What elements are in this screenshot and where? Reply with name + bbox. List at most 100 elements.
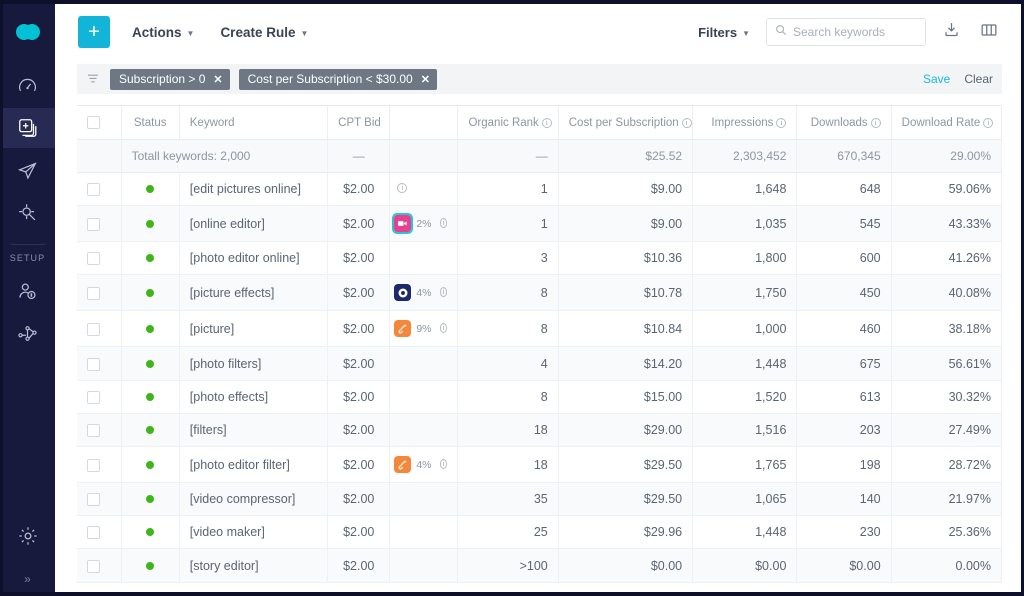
keyword-cell[interactable]: [filters]	[179, 413, 327, 446]
table-row[interactable]: [picture effects]$2.004%i8$10.781,750450…	[77, 275, 1002, 311]
row-checkbox[interactable]	[87, 493, 100, 506]
cpt-bid-cell[interactable]: $2.00	[328, 413, 390, 446]
column-header-status[interactable]: Status	[121, 106, 179, 140]
info-icon[interactable]: i	[440, 218, 448, 228]
row-checkbox[interactable]	[87, 323, 100, 336]
info-icon[interactable]: i	[776, 118, 786, 128]
sidebar-item-targeting[interactable]	[0, 192, 55, 232]
row-checkbox[interactable]	[87, 391, 100, 404]
keyword-cell[interactable]: [picture effects]	[179, 275, 327, 311]
info-icon[interactable]: i	[440, 323, 448, 333]
cpt-bid-cell[interactable]: $2.00	[328, 483, 390, 516]
cpt-bid-cell[interactable]: $2.00	[328, 380, 390, 413]
actions-menu[interactable]: Actions ▼	[132, 25, 194, 40]
cpt-bid-cell[interactable]: $2.00	[328, 173, 390, 206]
cpt-bid-cell[interactable]: $2.00	[328, 447, 390, 483]
keyword-cell[interactable]: [video maker]	[179, 516, 327, 549]
info-icon[interactable]: i	[542, 118, 552, 128]
row-select-cell[interactable]	[77, 413, 121, 446]
sidebar-collapse-button[interactable]: »	[0, 562, 55, 596]
close-icon[interactable]: ✕	[421, 73, 430, 86]
row-select-cell[interactable]	[77, 549, 121, 582]
column-header-app[interactable]	[390, 106, 458, 140]
keyword-cell[interactable]: [photo filters]	[179, 347, 327, 380]
sidebar-item-settings[interactable]	[0, 516, 55, 556]
ring-icon[interactable]	[394, 284, 411, 301]
column-header-organic-rank[interactable]: Organic Ranki	[458, 106, 558, 140]
table-row[interactable]: [story editor]$2.00>100$0.00$0.00$0.000.…	[77, 549, 1002, 582]
keyword-cell[interactable]: [video compressor]	[179, 483, 327, 516]
info-icon[interactable]: i	[871, 118, 881, 128]
table-row[interactable]: [picture]$2.009%i8$10.841,00046038.18%	[77, 311, 1002, 347]
search-input[interactable]	[793, 25, 917, 39]
app-cell[interactable]: 9%i	[394, 320, 447, 337]
row-select-cell[interactable]	[77, 347, 121, 380]
column-header-download-rate[interactable]: Download Ratei	[891, 106, 1001, 140]
sidebar-item-campaigns[interactable]	[0, 108, 55, 148]
table-row[interactable]: [photo editor online]$2.003$10.361,80060…	[77, 242, 1002, 275]
row-select-cell[interactable]	[77, 483, 121, 516]
info-icon[interactable]: i	[440, 287, 448, 297]
brush-icon[interactable]	[394, 320, 411, 337]
row-checkbox[interactable]	[87, 183, 100, 196]
row-checkbox[interactable]	[87, 358, 100, 371]
app-logo[interactable]	[8, 16, 48, 48]
cpt-bid-cell[interactable]: $2.00	[328, 275, 390, 311]
keyword-cell[interactable]: [edit pictures online]	[179, 173, 327, 206]
keyword-cell[interactable]: [photo effects]	[179, 380, 327, 413]
keyword-cell[interactable]: [story editor]	[179, 549, 327, 582]
filter-chip[interactable]: Cost per Subscription < $30.00 ✕	[239, 69, 437, 90]
app-cell[interactable]: 4%i	[394, 284, 447, 301]
table-row[interactable]: [photo filters]$2.004$14.201,44867556.61…	[77, 347, 1002, 380]
keyword-cell[interactable]: [photo editor filter]	[179, 447, 327, 483]
cpt-bid-cell[interactable]: $2.00	[328, 206, 390, 242]
column-header-cpt-bid[interactable]: CPT Bid	[328, 106, 390, 140]
filters-menu[interactable]: Filters ▼	[698, 25, 750, 40]
row-select-cell[interactable]	[77, 206, 121, 242]
clear-filter-link[interactable]: Clear	[964, 72, 993, 86]
info-icon[interactable]: i	[682, 118, 692, 128]
column-header-downloads[interactable]: Downloadsi	[797, 106, 891, 140]
column-header-keyword[interactable]: Keyword	[179, 106, 327, 140]
table-row[interactable]: [edit pictures online]$2.00i1$9.001,6486…	[77, 173, 1002, 206]
keyword-cell[interactable]: [photo editor online]	[179, 242, 327, 275]
table-row[interactable]: [filters]$2.0018$29.001,51620327.49%	[77, 413, 1002, 446]
row-checkbox[interactable]	[87, 252, 100, 265]
funnel-icon[interactable]	[86, 72, 100, 86]
cpt-bid-cell[interactable]: $2.00	[328, 242, 390, 275]
sidebar-item-integrations[interactable]	[0, 313, 55, 353]
row-checkbox[interactable]	[87, 459, 100, 472]
create-rule-menu[interactable]: Create Rule ▼	[220, 25, 308, 40]
columns-button[interactable]	[976, 19, 1002, 45]
app-cell[interactable]: 2%i	[394, 215, 447, 232]
info-icon[interactable]: i	[397, 183, 407, 193]
select-all-checkbox[interactable]	[87, 116, 100, 129]
download-button[interactable]	[938, 19, 964, 45]
cpt-bid-cell[interactable]: $2.00	[328, 311, 390, 347]
info-icon[interactable]: i	[983, 118, 993, 128]
row-select-cell[interactable]	[77, 516, 121, 549]
column-header-impressions[interactable]: Impressionsi	[693, 106, 797, 140]
sidebar-item-send[interactable]	[0, 150, 55, 190]
table-row[interactable]: [video compressor]$2.0035$29.501,0651402…	[77, 483, 1002, 516]
cpt-bid-cell[interactable]: $2.00	[328, 347, 390, 380]
row-checkbox[interactable]	[87, 287, 100, 300]
row-select-cell[interactable]	[77, 275, 121, 311]
row-checkbox[interactable]	[87, 424, 100, 437]
sidebar-item-dashboard[interactable]	[0, 66, 55, 106]
row-checkbox[interactable]	[87, 218, 100, 231]
info-icon[interactable]: i	[440, 459, 448, 469]
table-row[interactable]: [online editor]$2.002%i1$9.001,03554543.…	[77, 206, 1002, 242]
table-row[interactable]: [photo effects]$2.008$15.001,52061330.32…	[77, 380, 1002, 413]
video-camera-icon[interactable]	[394, 215, 411, 232]
table-row[interactable]: [video maker]$2.0025$29.961,44823025.36%	[77, 516, 1002, 549]
table-row[interactable]: [photo editor filter]$2.004%i18$29.501,7…	[77, 447, 1002, 483]
row-select-cell[interactable]	[77, 242, 121, 275]
row-checkbox[interactable]	[87, 526, 100, 539]
row-select-cell[interactable]	[77, 311, 121, 347]
add-button[interactable]: +	[78, 16, 110, 48]
cpt-bid-cell[interactable]: $2.00	[328, 549, 390, 582]
cpt-bid-cell[interactable]: $2.00	[328, 516, 390, 549]
row-select-cell[interactable]	[77, 380, 121, 413]
column-header-cost-per-subscription[interactable]: Cost per Subscriptioni	[558, 106, 692, 140]
